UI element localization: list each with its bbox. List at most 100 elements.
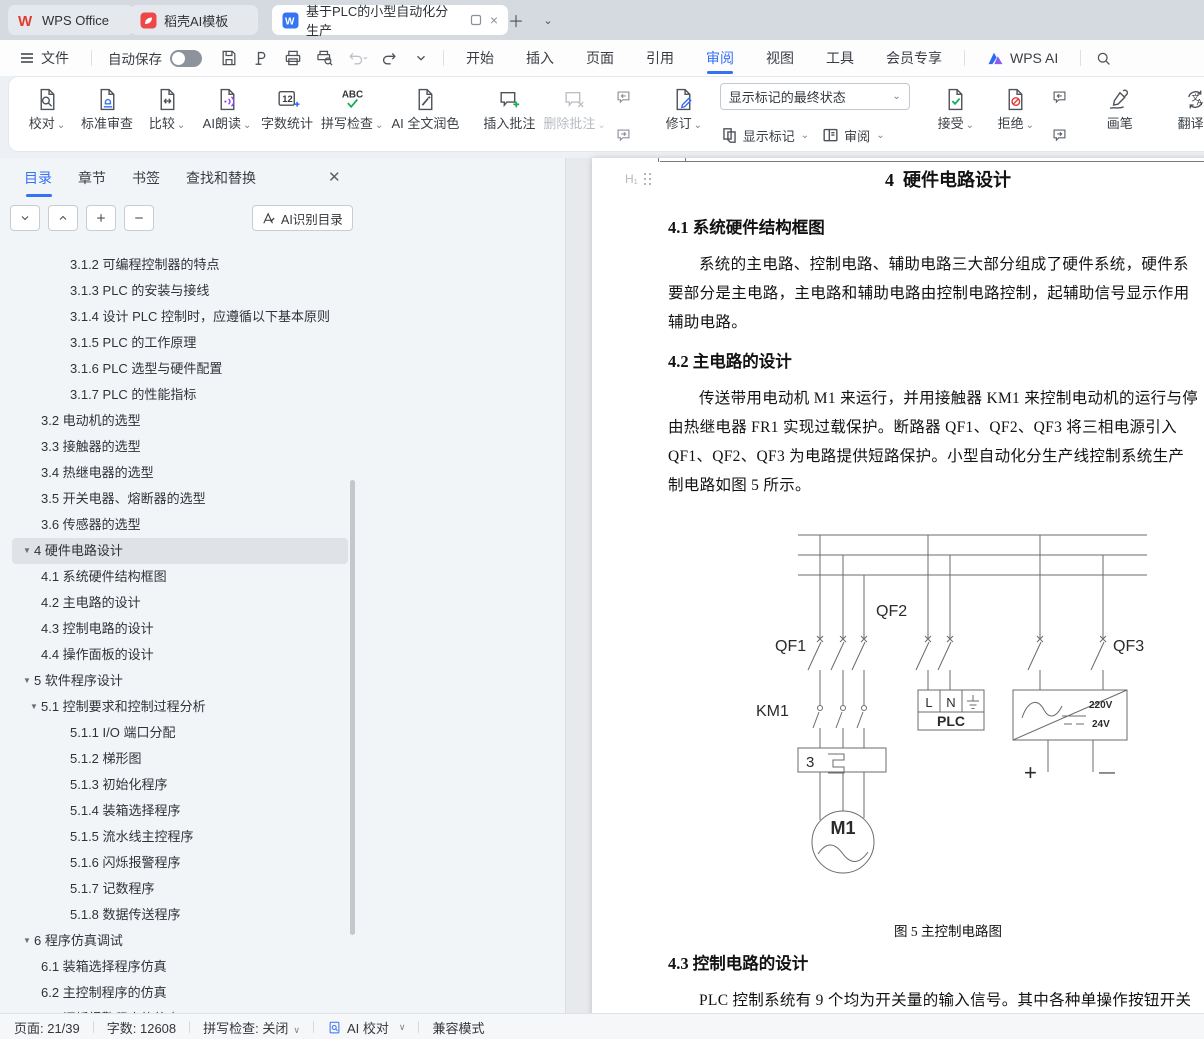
close-tab-icon[interactable]: × xyxy=(490,12,498,28)
toc-item[interactable]: 3.1.4 设计 PLC 控制时，应遵循以下基本原则 xyxy=(12,304,348,330)
tab-document[interactable]: W 基于PLC的小型自动化分生产 × xyxy=(272,5,508,35)
toc-item[interactable]: 4.4 操作面板的设计 xyxy=(12,642,348,668)
section-4-3-heading[interactable]: 4.3 控制电路的设计 xyxy=(668,950,808,974)
translate-button[interactable]: 文A 翻译⌄ xyxy=(1166,83,1204,135)
sidebar-tab-bookmarks[interactable]: 书签 xyxy=(132,168,160,197)
toc-item[interactable]: ▼4 硬件电路设计 xyxy=(12,538,348,564)
next-heading-button[interactable] xyxy=(10,205,40,231)
toc-item[interactable]: 5.1.6 闪烁报警程序 xyxy=(12,850,348,876)
compatibility-mode-indicator[interactable]: 兼容模式 xyxy=(432,1018,484,1037)
caret-down-icon[interactable]: ▼ xyxy=(20,928,34,954)
toc-item[interactable]: 5.1.5 流水线主控程序 xyxy=(12,824,348,850)
toc-item[interactable]: 3.1.6 PLC 选型与硬件配置 xyxy=(12,356,348,382)
tab-wps-office[interactable]: W WPS Office xyxy=(8,5,134,35)
menu-item-reference[interactable]: 引用 xyxy=(630,41,690,75)
toolbar-more-dropdown-icon[interactable] xyxy=(408,45,434,71)
body-line[interactable]: 辅助电路。 xyxy=(668,310,747,332)
wps-ai-button[interactable]: WPS AI xyxy=(971,41,1074,75)
sidebar-tab-chapters[interactable]: 章节 xyxy=(78,168,106,197)
main-circuit-diagram[interactable]: QF1 QF2 QF3 KM1 3 M1 L N PLC 220V 24V + … xyxy=(690,518,1160,918)
next-comment-icon[interactable] xyxy=(612,124,636,146)
toc-item[interactable]: 3.3 接触器的选型 xyxy=(12,434,348,460)
body-line[interactable]: PLC 控制系统有 9 个均为开关量的输入信号。其中各种单操作按钮开关 xyxy=(668,988,1191,1010)
sidebar-tab-contents[interactable]: 目录 xyxy=(24,168,52,197)
toc-item[interactable]: 5.1.3 初始化程序 xyxy=(12,772,348,798)
proofread-button[interactable]: 校对⌄ xyxy=(17,83,77,135)
toc-item[interactable]: 3.5 开关电器、熔断器的选型 xyxy=(12,486,348,512)
export-pdf-icon[interactable] xyxy=(248,45,274,71)
toc-item[interactable]: 3.1.2 可编程控制器的特点 xyxy=(12,252,348,278)
previous-heading-button[interactable] xyxy=(48,205,78,231)
search-icon[interactable] xyxy=(1090,45,1116,71)
body-line[interactable]: 系统的主电路、控制电路、辅助电路三大部分组成了硬件系统，硬件系 xyxy=(668,252,1189,274)
document-page[interactable]: H₁ 4 硬件电路设计 4.1 系统硬件结构框图 系统的主电路、控制电路、辅助电… xyxy=(592,158,1204,1018)
body-line[interactable]: QF1、QF2、QF3 为电路提供短路保护。小型自动化分生产线控制系统生产 xyxy=(668,444,1184,466)
toc-item[interactable]: ▼5 软件程序设计 xyxy=(12,668,348,694)
show-markup-button[interactable]: 显示标记 ⌄ xyxy=(720,126,809,145)
ai-recognize-toc-button[interactable]: AI识别目录 xyxy=(252,205,353,231)
figure-caption[interactable]: 图 5 主控制电路图 xyxy=(592,920,1204,940)
next-change-icon[interactable] xyxy=(1048,124,1072,146)
file-menu[interactable]: 文件 xyxy=(0,41,85,75)
track-changes-button[interactable]: 修订⌄ xyxy=(654,83,714,135)
ai-read-button[interactable]: AI朗读⌄ xyxy=(197,83,257,135)
close-pane-icon[interactable]: ✕ xyxy=(328,168,341,186)
insert-comment-button[interactable]: 插入批注 xyxy=(479,83,539,133)
caret-down-icon[interactable]: ▼ xyxy=(20,538,34,564)
menu-item-page[interactable]: 页面 xyxy=(570,41,630,75)
print-preview-icon[interactable] xyxy=(312,45,338,71)
word-count-button[interactable]: 12 字数统计 xyxy=(257,83,317,133)
autosave-toggle[interactable] xyxy=(170,50,202,67)
spell-check-button[interactable]: ABC 拼写检查⌄ xyxy=(317,83,387,135)
toc-item[interactable]: 5.1.4 装箱选择程序 xyxy=(12,798,348,824)
review-pane-button[interactable]: 审阅 ⌄ xyxy=(821,126,884,145)
toc-item[interactable]: 6.3 闪烁报警程序的仿真 xyxy=(12,1006,348,1013)
previous-comment-icon[interactable] xyxy=(612,86,636,108)
new-tab-button[interactable]: ＋ xyxy=(504,8,528,32)
section-4-1-heading[interactable]: 4.1 系统硬件结构框图 xyxy=(668,214,825,238)
body-line[interactable]: 要部分是主电路，主电路和辅助电路由控制电路控制，起辅助信号显示作用 xyxy=(668,281,1189,303)
toc-item[interactable]: 5.1.7 记数程序 xyxy=(12,876,348,902)
standard-review-button[interactable]: 标准审查 xyxy=(77,83,137,133)
toc-item[interactable]: 5.1.2 梯形图 xyxy=(12,746,348,772)
markup-state-select[interactable]: 显示标记的最终状态 ⌄ xyxy=(720,83,910,110)
toc-item[interactable]: 4.1 系统硬件结构框图 xyxy=(12,564,348,590)
page-indicator[interactable]: 页面: 21/39 xyxy=(14,1018,80,1037)
body-line[interactable]: 传送带用电动机 M1 来运行，并用接触器 KM1 来控制电动机的运行与停 xyxy=(668,386,1198,408)
menu-item-tools[interactable]: 工具 xyxy=(810,41,870,75)
accept-change-button[interactable]: 接受⌄ xyxy=(926,83,986,135)
spell-check-status[interactable]: 拼写检查: 关闭∨ xyxy=(203,1018,300,1037)
previous-change-icon[interactable] xyxy=(1048,86,1072,108)
toc-item[interactable]: 3.1.3 PLC 的安装与接线 xyxy=(12,278,348,304)
reject-change-button[interactable]: 拒绝⌄ xyxy=(986,83,1046,135)
toc-item[interactable]: 3.1.5 PLC 的工作原理 xyxy=(12,330,348,356)
menu-item-home[interactable]: 开始 xyxy=(450,41,510,75)
save-icon[interactable] xyxy=(216,45,242,71)
collapse-all-button[interactable] xyxy=(124,205,154,231)
ink-brush-button[interactable]: 画笔 xyxy=(1090,83,1150,133)
body-line[interactable]: 由热继电器 FR1 实现过载保护。断路器 QF1、QF2、QF3 将三相电源引入 xyxy=(668,415,1177,437)
toc-item[interactable]: ▼6 程序仿真调试 xyxy=(12,928,348,954)
caret-down-icon[interactable]: ▼ xyxy=(27,694,41,720)
toc-item[interactable]: 6.1 装箱选择程序仿真 xyxy=(12,954,348,980)
redo-icon[interactable] xyxy=(376,45,402,71)
toc-item[interactable]: 3.1.7 PLC 的性能指标 xyxy=(12,382,348,408)
word-count-indicator[interactable]: 字数: 12608 xyxy=(107,1018,176,1037)
sidebar-scrollbar[interactable] xyxy=(350,480,355,935)
body-line[interactable]: 制电路如图 5 所示。 xyxy=(668,473,811,495)
section-4-2-heading[interactable]: 4.2 主电路的设计 xyxy=(668,348,792,372)
ai-polish-button[interactable]: AI 全文润色 xyxy=(387,83,463,133)
undo-icon[interactable] xyxy=(344,45,370,71)
toc-item[interactable]: ▼5.1 控制要求和控制过程分析 xyxy=(12,694,348,720)
toc-item[interactable]: 3.2 电动机的选型 xyxy=(12,408,348,434)
menu-item-review[interactable]: 审阅 xyxy=(690,41,750,75)
sidebar-tab-find-replace[interactable]: 查找和替换 xyxy=(186,168,256,197)
tab-list-dropdown-icon[interactable]: ⌄ xyxy=(536,8,560,32)
ai-proofread-status[interactable]: AI 校对∨ xyxy=(327,1018,406,1037)
print-icon[interactable] xyxy=(280,45,306,71)
tab-docer-ai[interactable]: 稻壳AI模板 xyxy=(130,5,258,35)
toc-item[interactable]: 5.1.8 数据传送程序 xyxy=(12,902,348,928)
expand-all-button[interactable] xyxy=(86,205,116,231)
menu-item-view[interactable]: 视图 xyxy=(750,41,810,75)
toc-item[interactable]: 5.1.1 I/O 端口分配 xyxy=(12,720,348,746)
